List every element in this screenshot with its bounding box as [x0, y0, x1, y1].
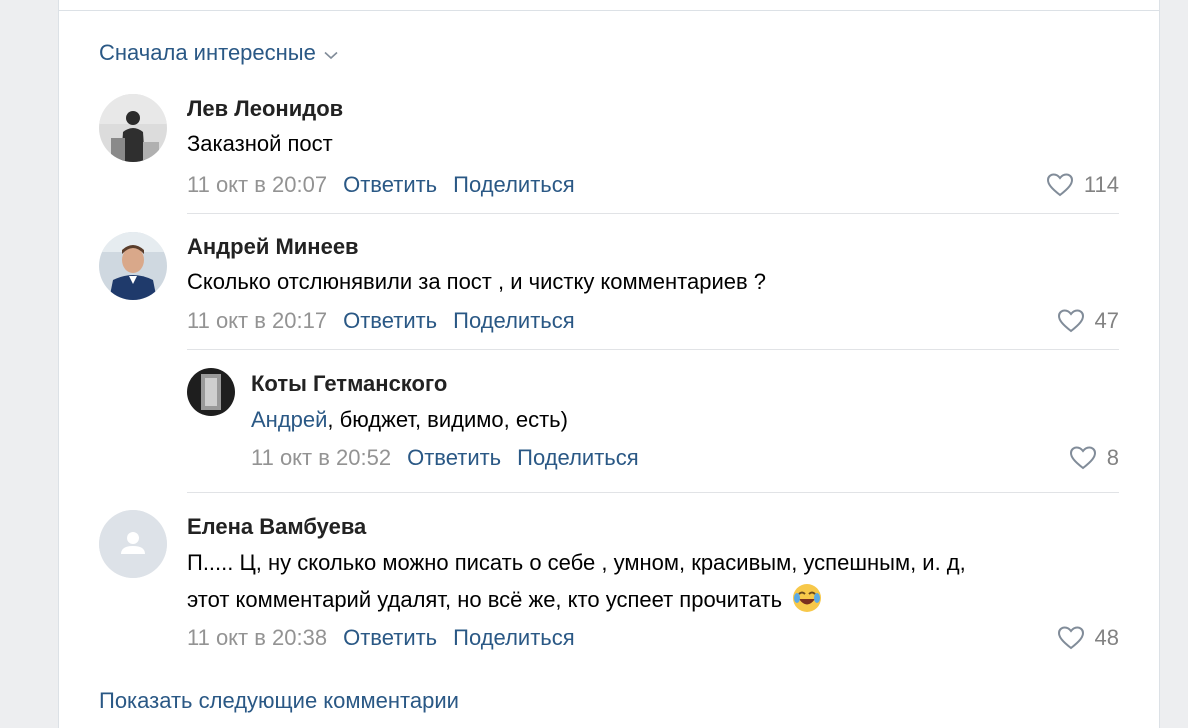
comment-author[interactable]: Елена Вамбуева: [187, 514, 366, 540]
show-more-comments-link[interactable]: Показать следующие комментарии: [99, 688, 459, 714]
comment-date[interactable]: 11 окт в 20:07: [187, 172, 327, 198]
comment-text-body: , бюджет, видимо, есть): [327, 407, 568, 432]
comment-text: Андрей, бюджет, видимо, есть): [251, 404, 1111, 436]
comment-text-line: П..... Ц, ну сколько можно писать о себе…: [187, 550, 966, 575]
heart-icon: [1057, 309, 1084, 333]
reply-button[interactable]: Ответить: [407, 445, 501, 471]
comment-text-body: этот комментарий удалят, но всё же, кто …: [187, 587, 783, 612]
comment-text-line-2: этот комментарий удалят, но всё же, кто …: [187, 583, 1127, 616]
user-placeholder-icon: [99, 510, 167, 578]
comment-text: Сколько отслюнявили за пост , и чистку к…: [187, 269, 767, 294]
like-button[interactable]: 8: [1069, 445, 1119, 471]
comment-meta: 11 окт в 20:07 Ответить Поделиться: [187, 172, 575, 198]
comment-text: П..... Ц, ну сколько можно писать о себе…: [187, 547, 1127, 616]
comment-meta: 11 окт в 20:52 Ответить Поделиться: [251, 445, 639, 471]
comment-meta: 11 окт в 20:38 Ответить Поделиться: [187, 625, 575, 651]
like-count: 47: [1094, 308, 1119, 333]
avatar[interactable]: [99, 510, 167, 578]
heart-icon: [1046, 173, 1073, 197]
chevron-down-icon: [324, 51, 338, 59]
sort-label: Сначала интересные: [99, 40, 316, 65]
sort-dropdown[interactable]: Сначала интересные: [99, 40, 338, 66]
comment-meta: 11 окт в 20:17 Ответить Поделиться: [187, 308, 575, 334]
heart-icon: [1069, 446, 1096, 470]
comment-divider: [187, 349, 1119, 350]
like-count: 114: [1083, 172, 1119, 197]
comment-divider: [187, 213, 1119, 214]
comments-card: Сначала интересные Лев Леонидов Заказной…: [58, 0, 1160, 728]
reply-button[interactable]: Ответить: [343, 625, 437, 651]
comment-divider: [187, 492, 1119, 493]
comment-author[interactable]: Лев Леонидов: [187, 96, 343, 122]
reply-button[interactable]: Ответить: [343, 308, 437, 334]
like-button[interactable]: 48: [1057, 625, 1119, 651]
like-count: 48: [1094, 625, 1119, 650]
comment-text: Заказной пост: [187, 131, 333, 156]
avatar[interactable]: [187, 368, 235, 416]
share-button[interactable]: Поделиться: [453, 308, 574, 334]
heart-icon: [1057, 626, 1084, 650]
laughing-emoji-icon: [793, 584, 822, 612]
comment-author[interactable]: Коты Гетманского: [251, 371, 447, 397]
reply-button[interactable]: Ответить: [343, 172, 437, 198]
share-button[interactable]: Поделиться: [517, 445, 638, 471]
comment-author[interactable]: Андрей Минеев: [187, 234, 359, 260]
like-button[interactable]: 114: [1046, 172, 1119, 198]
top-divider: [59, 10, 1159, 11]
share-button[interactable]: Поделиться: [453, 172, 574, 198]
mention-link[interactable]: Андрей: [251, 407, 327, 432]
avatar[interactable]: [99, 94, 167, 162]
comment-date[interactable]: 11 окт в 20:52: [251, 445, 391, 471]
avatar[interactable]: [99, 232, 167, 300]
comment-date[interactable]: 11 окт в 20:17: [187, 308, 327, 334]
comment-date[interactable]: 11 окт в 20:38: [187, 625, 327, 651]
share-button[interactable]: Поделиться: [453, 625, 574, 651]
like-button[interactable]: 47: [1057, 308, 1119, 334]
like-count: 8: [1106, 445, 1119, 470]
